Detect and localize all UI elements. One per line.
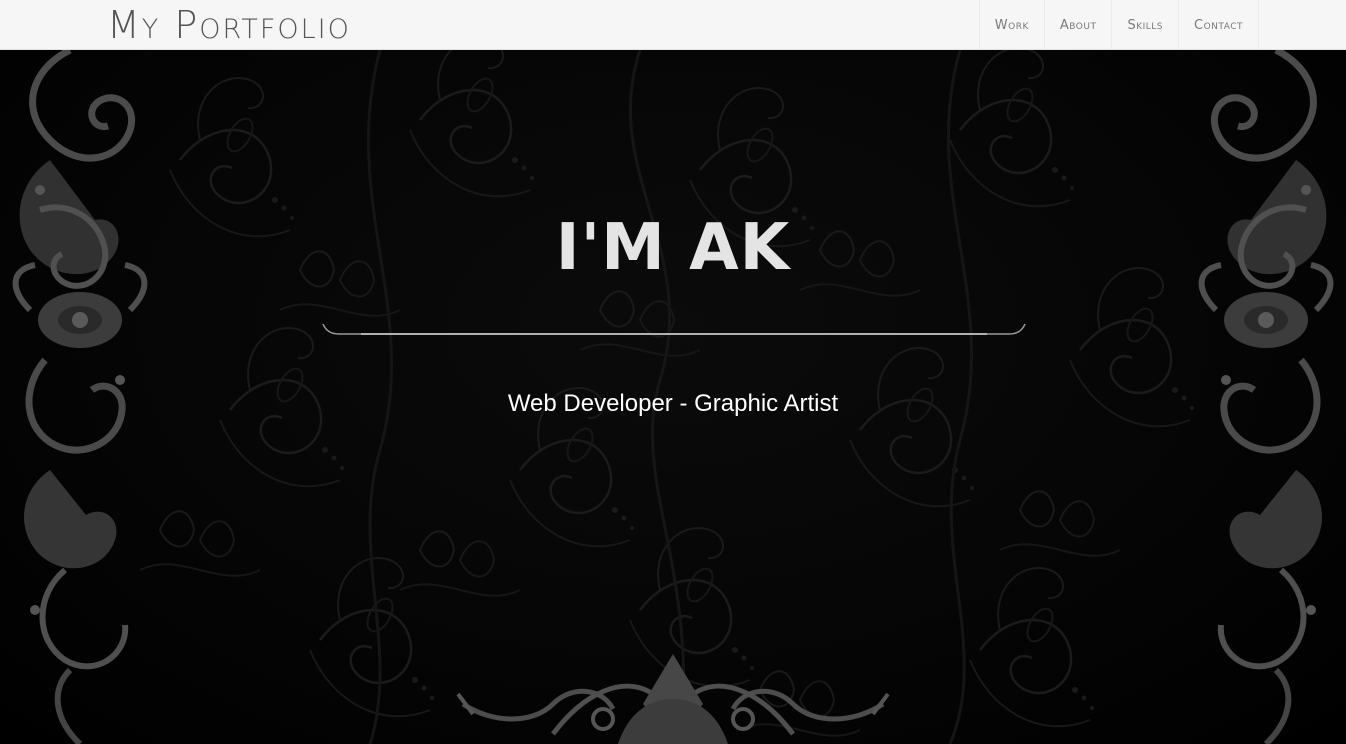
- brand-logo[interactable]: My Portfolio: [107, 2, 351, 48]
- nav-skills[interactable]: Skills: [1112, 0, 1180, 50]
- main-nav: Work About Skills Contact: [978, 0, 1259, 50]
- top-navbar: My Portfolio Work About Skills Contact: [0, 0, 1346, 50]
- bottom-flourish: [456, 654, 890, 744]
- nav-about[interactable]: About: [1045, 0, 1113, 50]
- nav-work[interactable]: Work: [980, 0, 1045, 50]
- hero-section: I'M AK Web Developer - Graphic Artist: [0, 50, 1346, 744]
- portfolio-page: My Portfolio Work About Skills Contact I…: [0, 0, 1346, 744]
- hero-title: I'M AK: [555, 211, 791, 285]
- hero-subtitle: Web Developer - Graphic Artist: [507, 390, 839, 417]
- hero-divider: [322, 323, 1026, 335]
- nav-contact[interactable]: Contact: [1179, 0, 1259, 50]
